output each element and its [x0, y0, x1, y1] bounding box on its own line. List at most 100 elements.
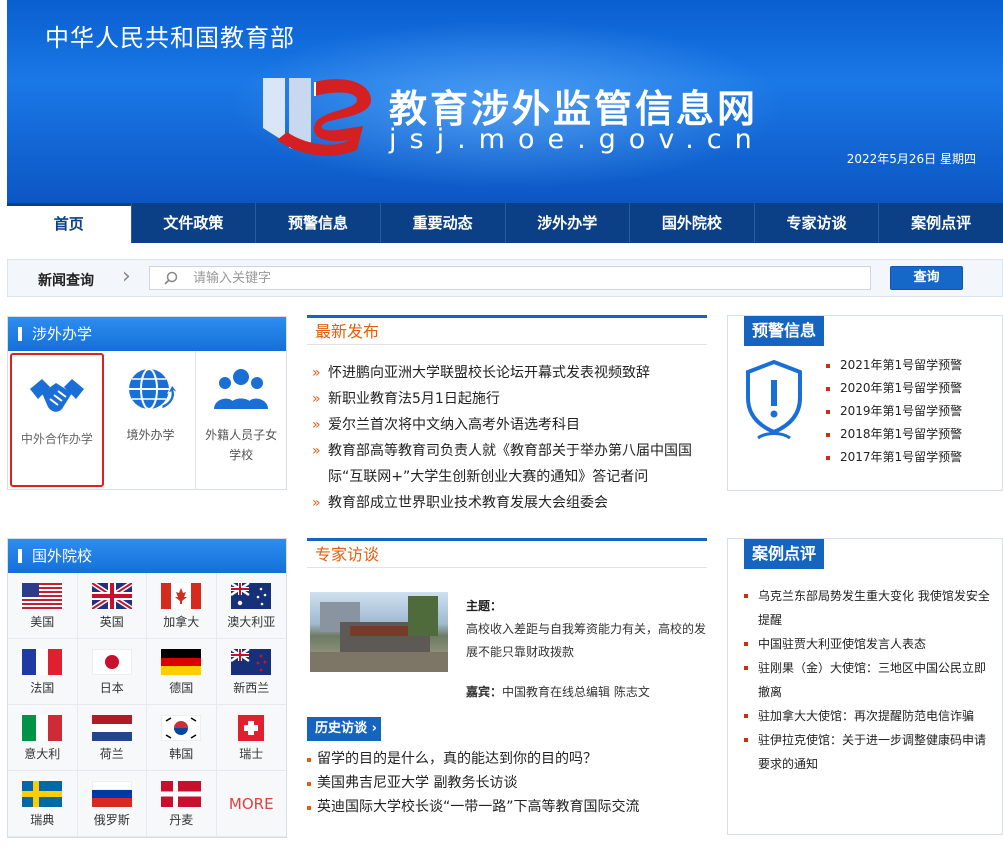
case-item[interactable]: 乌克兰东部局势发生重大变化 我使馆发安全提醒 — [742, 584, 992, 632]
abroad-item-cooperation[interactable]: 中外合作办学 — [10, 353, 104, 487]
country-name: 瑞典 — [30, 813, 55, 827]
expert-topic-label: 主题： — [466, 599, 503, 613]
country-name: 美国 — [30, 615, 55, 629]
country-canada[interactable]: 加拿大 — [147, 573, 217, 639]
warnings-panel-title[interactable]: 预警信息 — [744, 316, 825, 346]
tab-expert-interviews[interactable]: 专家访谈 — [753, 203, 879, 243]
latest-news-list: 怀进鹏向亚洲大学联盟校长论坛开幕式发表视频致辞 新职业教育法5月1日起施行 爱尔… — [312, 360, 712, 516]
country-uk[interactable]: 英国 — [77, 573, 147, 639]
warning-item[interactable]: 2017年第1号留学预警 — [826, 446, 962, 469]
globe-icon — [128, 368, 178, 410]
site-url: jsj.moe.gov.cn — [389, 124, 765, 155]
search-button[interactable]: 查询 — [890, 266, 963, 290]
cases-panel-title[interactable]: 案例点评 — [744, 539, 825, 569]
country-netherlands[interactable]: 荷兰 — [77, 705, 147, 771]
tab-news[interactable]: 重要动态 — [379, 203, 505, 243]
history-interviews-tag[interactable]: 历史访谈 — [307, 717, 382, 741]
ministry-name[interactable]: 中华人民共和国教育部 — [45, 18, 295, 53]
expert-guest-name: 中国教育在线总编辑 陈志文 — [502, 685, 650, 699]
abroad-grid: 中外合作办学 境外办学 外籍人员子女学校 — [8, 351, 286, 489]
country-name: 日本 — [99, 681, 124, 695]
country-name: 俄罗斯 — [93, 813, 130, 827]
case-item[interactable]: 驻伊拉克使馆：关于进一步调整健康码申请要求的通知 — [742, 728, 992, 776]
history-item[interactable]: 留学的目的是什么，真的能达到你的目的吗？ — [305, 747, 715, 771]
latest-section-title[interactable]: 最新发布 — [307, 315, 707, 345]
more-countries-link[interactable]: MORE — [216, 771, 286, 837]
country-flag-grid: 美国 英国 加拿大 澳大利亚 法国 日本 德国 新西兰 意大利 荷兰 韩国 瑞士… — [8, 573, 286, 837]
warning-item[interactable]: 2018年第1号留学预警 — [826, 423, 962, 446]
switzerland-flag-icon — [238, 715, 265, 741]
country-switzerland[interactable]: 瑞士 — [216, 705, 286, 771]
news-item[interactable]: 新职业教育法5月1日起施行 — [312, 386, 712, 412]
expert-section-title[interactable]: 专家访谈 — [307, 538, 707, 568]
news-item[interactable]: 爱尔兰首次将中文纳入高考外语选考科目 — [312, 412, 712, 438]
warning-item[interactable]: 2020年第1号留学预警 — [826, 377, 962, 400]
search-icon — [164, 271, 178, 285]
case-item[interactable]: 驻加拿大大使馆：再次提醒防范电信诈骗 — [742, 704, 992, 728]
tab-foreign-institutions[interactable]: 国外院校 — [629, 203, 754, 243]
abroad-item-label: 外籍人员子女学校 — [205, 428, 278, 462]
country-russia[interactable]: 俄罗斯 — [77, 771, 147, 837]
cases-list: 乌克兰东部局势发生重大变化 我使馆发安全提醒 中国驻贾大利亚使馆发言人表态 驻刚… — [742, 584, 992, 776]
tab-case-reviews[interactable]: 案例点评 — [878, 203, 1003, 243]
italy-flag-icon — [22, 715, 63, 741]
campus-gate-image — [310, 596, 448, 672]
country-name: 意大利 — [24, 747, 61, 761]
abroad-item-foreign-children-schools[interactable]: 外籍人员子女学校 — [196, 351, 286, 489]
news-item[interactable]: 教育部高等教育司负责人就《教育部关于举办第八届中国国际“互联网+”大学生创新创业… — [312, 438, 712, 490]
tab-home[interactable]: 首页 — [7, 203, 131, 243]
shield-warning-icon — [746, 359, 802, 440]
expert-guest: 嘉宾：中国教育在线总编辑 陈志文 — [466, 683, 650, 700]
country-new-zealand[interactable]: 新西兰 — [216, 639, 286, 705]
germany-flag-icon — [161, 649, 202, 675]
korea-flag-icon — [161, 715, 202, 741]
denmark-flag-icon — [161, 781, 202, 807]
warning-item[interactable]: 2021年第1号留学预警 — [826, 354, 962, 377]
tab-warnings[interactable]: 预警信息 — [255, 203, 380, 243]
foreign-institutions-panel: 国外院校 美国 英国 加拿大 澳大利亚 法国 日本 德国 新西兰 意大利 荷兰 … — [7, 538, 287, 838]
new-zealand-flag-icon — [231, 649, 272, 675]
search-input[interactable] — [193, 267, 863, 289]
warning-item[interactable]: 2019年第1号留学预警 — [826, 400, 962, 423]
us-flag-icon — [22, 583, 63, 609]
main-nav: 首页 文件政策 预警信息 重要动态 涉外办学 国外院校 专家访谈 案例点评 — [7, 203, 1003, 243]
country-usa[interactable]: 美国 — [8, 573, 78, 639]
country-name: 丹麦 — [169, 813, 194, 827]
country-japan[interactable]: 日本 — [77, 639, 147, 705]
expert-interview-photo[interactable] — [310, 592, 448, 672]
country-name: 澳大利亚 — [227, 615, 276, 629]
schools-panel-title[interactable]: 国外院校 — [8, 539, 286, 573]
country-korea[interactable]: 韩国 — [147, 705, 217, 771]
tab-abroad-schools[interactable]: 涉外办学 — [504, 203, 630, 243]
canada-flag-icon — [161, 583, 202, 609]
case-item[interactable]: 中国驻贾大利亚使馆发言人表态 — [742, 632, 992, 656]
netherlands-flag-icon — [91, 715, 132, 741]
japan-flag-icon — [91, 649, 132, 675]
country-germany[interactable]: 德国 — [147, 639, 217, 705]
country-denmark[interactable]: 丹麦 — [147, 771, 217, 837]
expert-topic[interactable]: 高校收入差距与自我筹资能力有关，高校的发展不能只靠财政拨款 — [466, 618, 711, 664]
country-sweden[interactable]: 瑞典 — [8, 771, 78, 837]
history-item[interactable]: 英迪国际大学校长谈“一带一路”下高等教育国际交流 — [305, 795, 715, 819]
abroad-item-overseas[interactable]: 境外办学 — [106, 351, 197, 489]
abroad-item-label: 中外合作办学 — [20, 432, 93, 446]
france-flag-icon — [22, 649, 63, 675]
abroad-schooling-panel: 涉外办学 中外合作办学 境外办学 外籍人员子女学校 — [7, 316, 287, 490]
history-interviews-list: 留学的目的是什么，真的能达到你的目的吗？ 美国弗吉尼亚大学 副教务长访谈 英迪国… — [305, 747, 715, 819]
country-france[interactable]: 法国 — [8, 639, 78, 705]
tab-policy[interactable]: 文件政策 — [130, 203, 256, 243]
news-item[interactable]: 教育部成立世界职业技术教育发展大会组委会 — [312, 490, 712, 516]
site-logo-icon[interactable] — [257, 70, 377, 170]
abroad-panel-title[interactable]: 涉外办学 — [8, 317, 286, 351]
history-item[interactable]: 美国弗吉尼亚大学 副教务长访谈 — [305, 771, 715, 795]
news-item[interactable]: 怀进鹏向亚洲大学联盟校长论坛开幕式发表视频致辞 — [312, 360, 712, 386]
country-name: 法国 — [30, 681, 55, 695]
more-label: MORE — [228, 795, 274, 813]
warnings-list: 2021年第1号留学预警 2020年第1号留学预警 2019年第1号留学预警 2… — [826, 354, 962, 469]
country-australia[interactable]: 澳大利亚 — [216, 573, 286, 639]
case-item[interactable]: 驻刚果（金）大使馆：三地区中国公民立即撤离 — [742, 656, 992, 704]
country-italy[interactable]: 意大利 — [8, 705, 78, 771]
site-header: 中华人民共和国教育部 教育涉外监管信息网 jsj.moe.gov.cn 2022… — [7, 0, 1003, 203]
country-name: 荷兰 — [99, 747, 124, 761]
header-date: 2022年5月26日 星期四 — [846, 152, 976, 166]
